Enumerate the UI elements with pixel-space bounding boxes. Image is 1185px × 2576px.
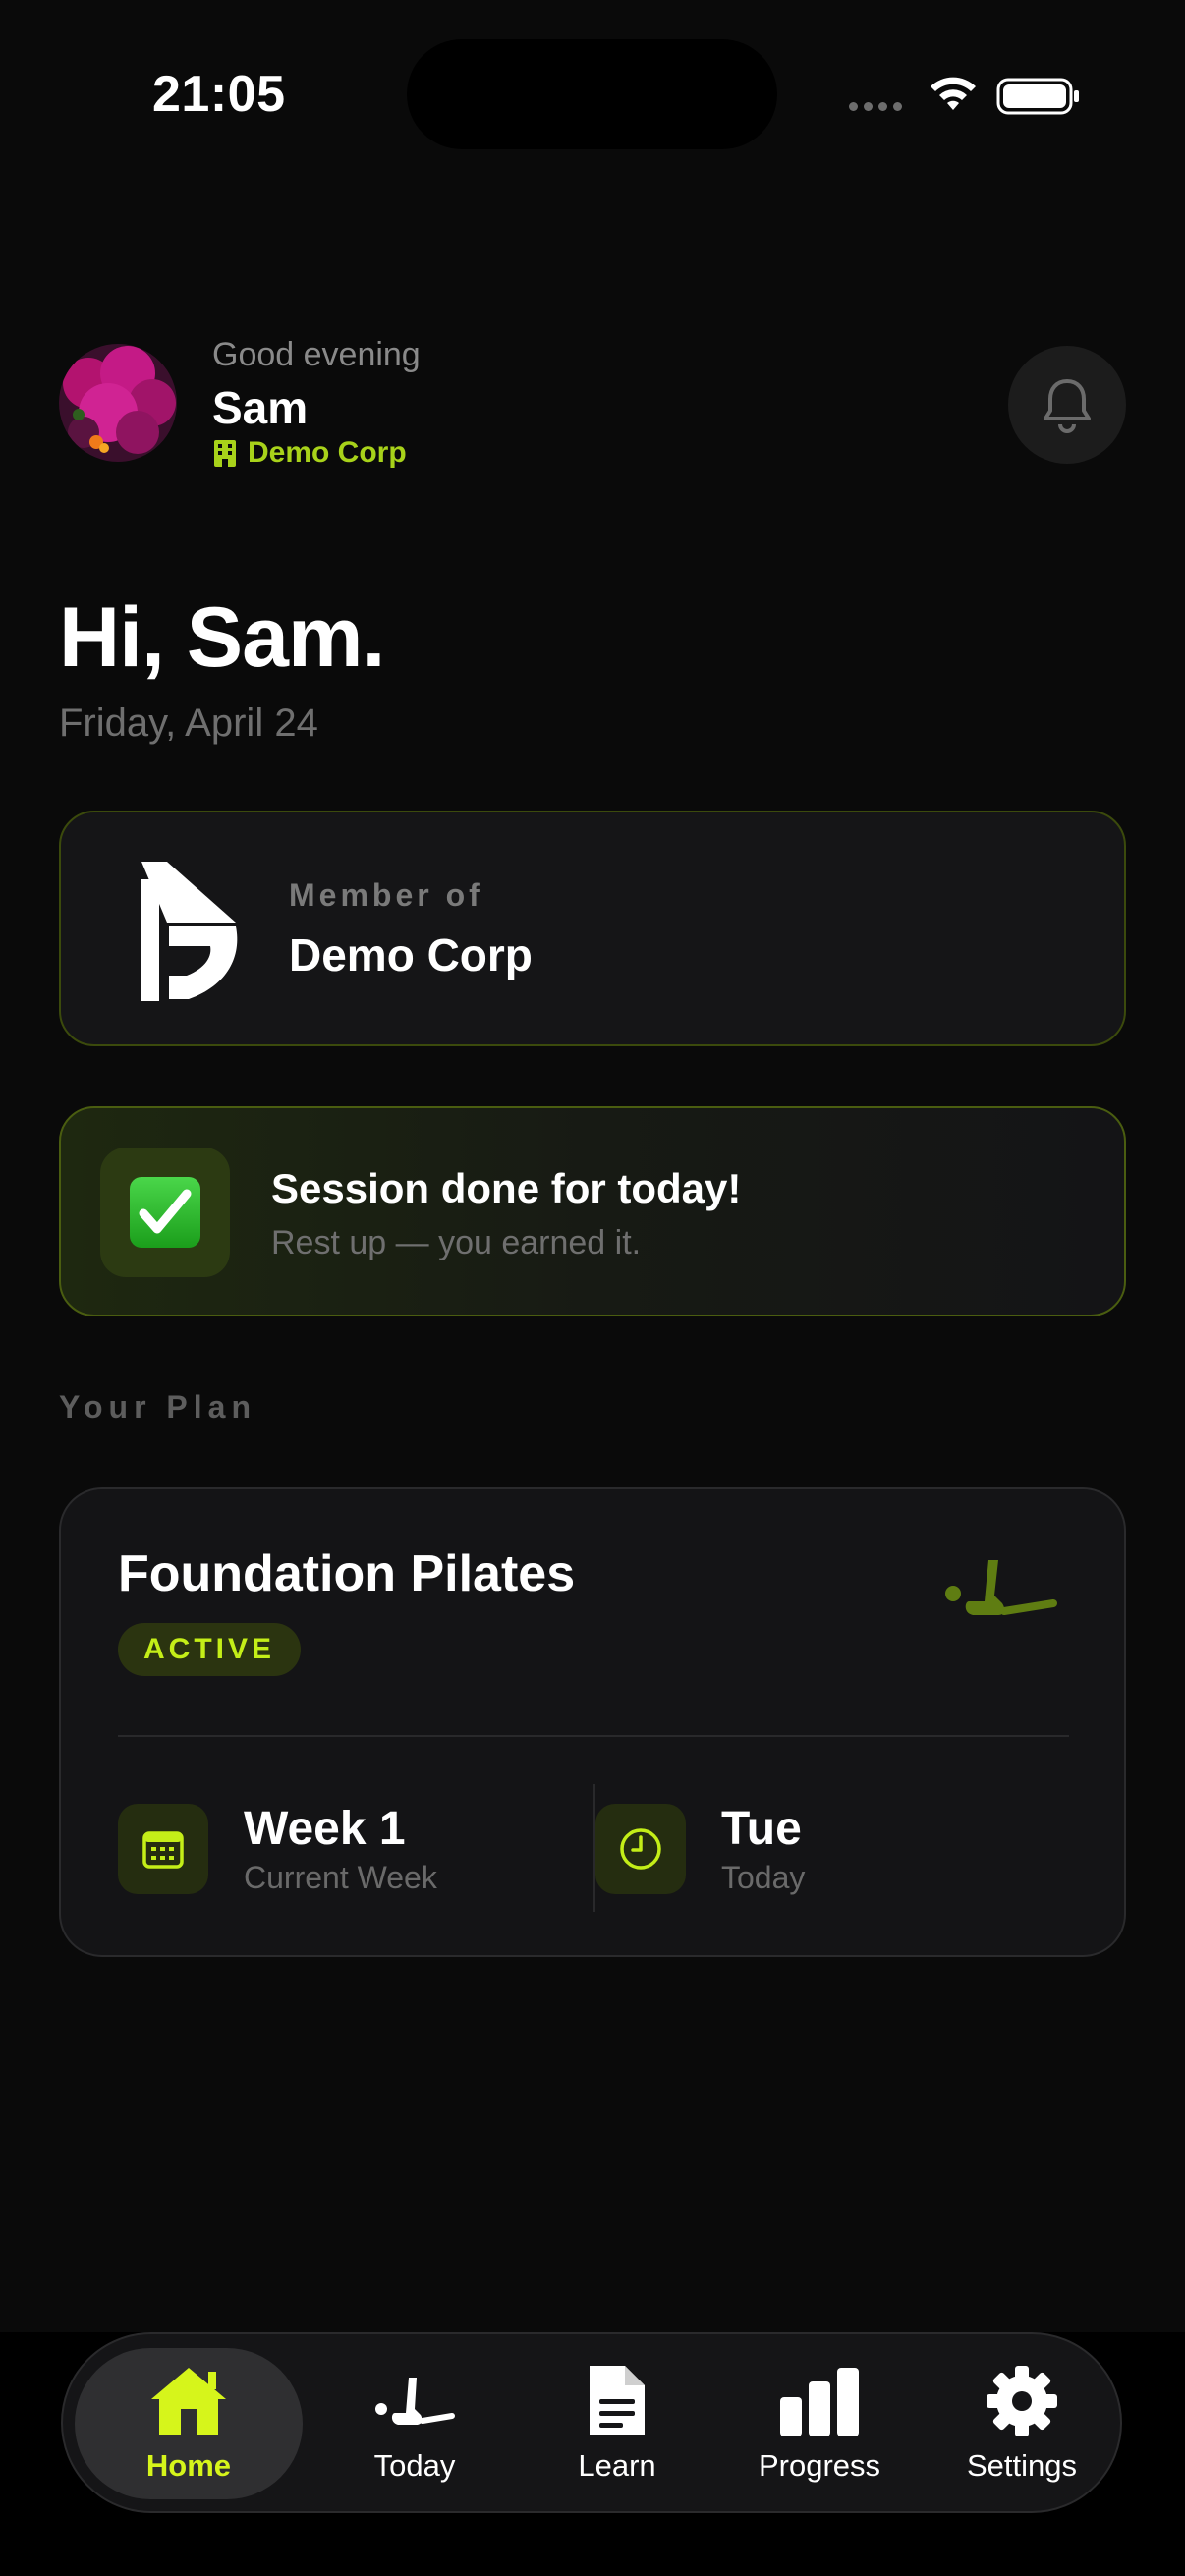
tab-home[interactable]: Home [75,2348,303,2499]
document-icon [590,2366,645,2435]
home-icon [151,2368,226,2435]
battery-icon [996,78,1079,115]
tab-label: Today [373,2448,456,2483]
page-title: Hi, Sam. [59,590,385,685]
plan-card[interactable]: Foundation Pilates ACTIVE Week 1 Current… [59,1487,1126,1957]
tab-label: Learn [578,2448,656,2483]
avatar[interactable] [59,344,177,462]
divider [118,1735,1069,1737]
tab-label: Progress [758,2448,881,2483]
greeting-text: Good evening [212,336,421,373]
status-badge: ACTIVE [118,1623,302,1676]
org-name[interactable]: Demo Corp [248,436,407,470]
company-logo-icon [141,862,238,1001]
clock-icon [620,1828,661,1870]
bell-icon [1044,379,1091,433]
org-line: Demo Corp [212,436,407,470]
calendar-icon [142,1831,184,1869]
tab-today[interactable]: Today [316,2348,513,2499]
tab-bar: Home Today Learn Progress Settings [61,2332,1122,2513]
calendar-tile [118,1804,208,1894]
tab-label: Settings [966,2448,1077,2483]
tab-settings[interactable]: Settings [924,2348,1120,2499]
dynamic-island [407,39,777,149]
clock-tile [595,1804,686,1894]
day-stat: Tue Today [595,1802,805,1896]
member-org-name: Demo Corp [289,929,533,980]
user-name: Sam [212,382,309,433]
pilates-icon [945,1560,1057,1615]
checkmark-icon [130,1177,200,1248]
week-value: Week 1 [244,1803,406,1855]
building-icon [214,440,236,467]
pilates-icon [375,2378,455,2425]
session-title: Session done for today! [271,1165,742,1211]
tab-progress[interactable]: Progress [721,2348,918,2499]
bar-chart-icon [780,2368,859,2436]
wifi-icon [931,77,976,110]
gear-icon [987,2366,1057,2436]
date-text: Friday, April 24 [59,701,318,745]
notifications-button[interactable] [1008,346,1126,464]
week-stat: Week 1 Current Week [118,1802,437,1896]
cellular-signal-icon [849,102,902,111]
tab-learn[interactable]: Learn [519,2348,715,2499]
member-card[interactable]: Member of Demo Corp [59,811,1126,1046]
day-value: Tue [721,1803,802,1855]
member-label: Member of [289,877,483,913]
tab-label: Home [145,2448,232,2483]
status-time: 21:05 [152,66,286,123]
status-bar: 21:05 [0,0,1185,149]
session-subtitle: Rest up — you earned it. [271,1224,642,1261]
check-tile [100,1148,230,1277]
day-caption: Today [721,1860,806,1895]
week-caption: Current Week [244,1860,437,1895]
plan-title: Foundation Pilates [118,1545,576,1602]
section-label-plan: Your Plan [59,1389,256,1425]
session-complete-card: Session done for today! Rest up — you ea… [59,1106,1126,1316]
